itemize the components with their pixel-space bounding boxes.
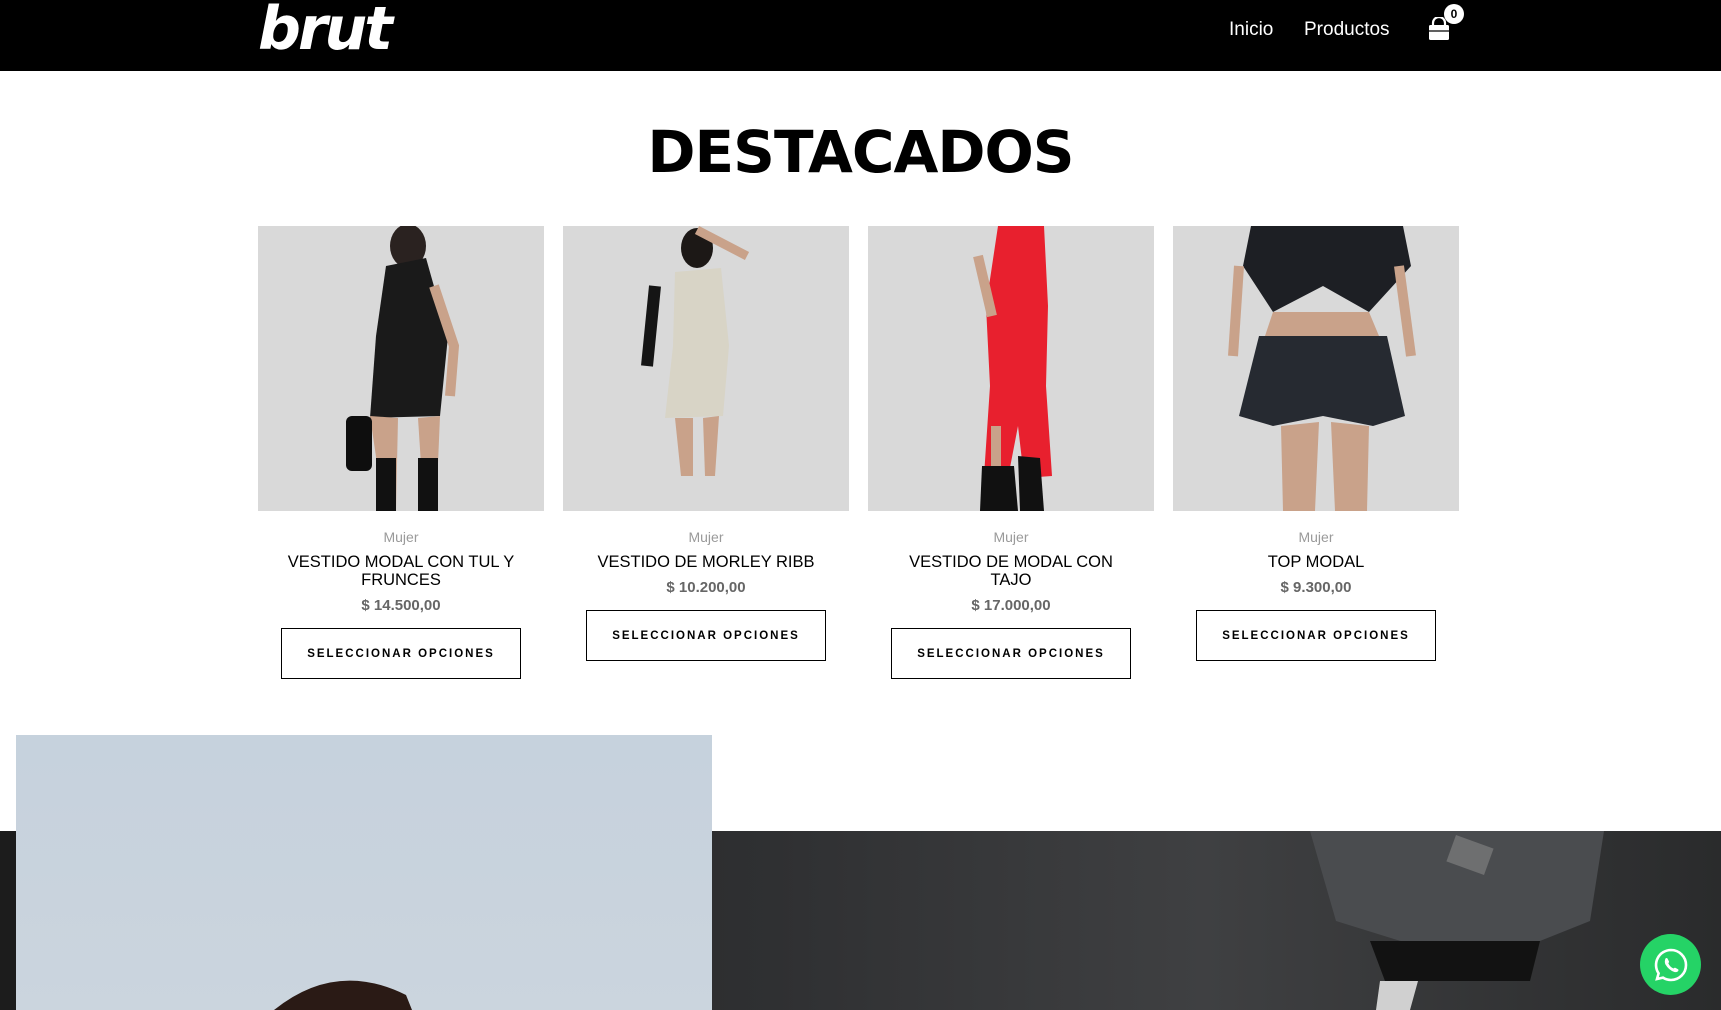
cart-count-badge: 0 <box>1444 4 1464 24</box>
product-price: $ 9.300,00 <box>1280 579 1352 596</box>
site-header: brut Inicio Productos 0 <box>0 0 1721 71</box>
product-image[interactable] <box>868 226 1154 511</box>
product-name[interactable]: VESTIDO DE MORLEY RIBB <box>563 553 849 571</box>
product-image[interactable] <box>563 226 849 511</box>
nav-link-productos[interactable]: Productos <box>1304 19 1390 41</box>
whatsapp-icon[interactable] <box>1640 934 1701 995</box>
nav-link-inicio[interactable]: Inicio <box>1229 19 1273 41</box>
product-name[interactable]: VESTIDO MODAL CON TUL Y FRUNCES <box>258 553 544 589</box>
select-options-button[interactable]: SELECCIONAR OPCIONES <box>891 628 1131 679</box>
product-image[interactable] <box>258 226 544 511</box>
product-name[interactable]: VESTIDO DE MODAL CON TAJO <box>868 553 1154 589</box>
product-category: Mujer <box>688 529 724 545</box>
product-card: Mujer TOP MODAL $ 9.300,00 SELECCIONAR O… <box>1173 226 1459 661</box>
product-card: Mujer VESTIDO DE MORLEY RIBB $ 10.200,00… <box>563 226 849 661</box>
product-card: Mujer VESTIDO DE MODAL CON TAJO $ 17.000… <box>868 226 1154 679</box>
select-options-button[interactable]: SELECCIONAR OPCIONES <box>586 610 826 661</box>
brand-logo[interactable]: brut <box>258 0 393 64</box>
product-category: Mujer <box>993 529 1029 545</box>
product-card: Mujer VESTIDO MODAL CON TUL Y FRUNCES $ … <box>258 226 544 679</box>
product-price: $ 10.200,00 <box>666 579 746 596</box>
product-category: Mujer <box>1298 529 1334 545</box>
promo-banner-light <box>16 735 712 1010</box>
product-category: Mujer <box>383 529 419 545</box>
select-options-button[interactable]: SELECCIONAR OPCIONES <box>281 628 521 679</box>
product-image[interactable] <box>1173 226 1459 511</box>
product-name[interactable]: TOP MODAL <box>1173 553 1459 571</box>
select-options-button[interactable]: SELECCIONAR OPCIONES <box>1196 610 1436 661</box>
page: brut Inicio Productos 0 DESTACADOS Mujer… <box>0 0 1721 1010</box>
section-title: DESTACADOS <box>647 118 1074 186</box>
product-price: $ 14.500,00 <box>361 597 441 614</box>
product-price: $ 17.000,00 <box>971 597 1051 614</box>
